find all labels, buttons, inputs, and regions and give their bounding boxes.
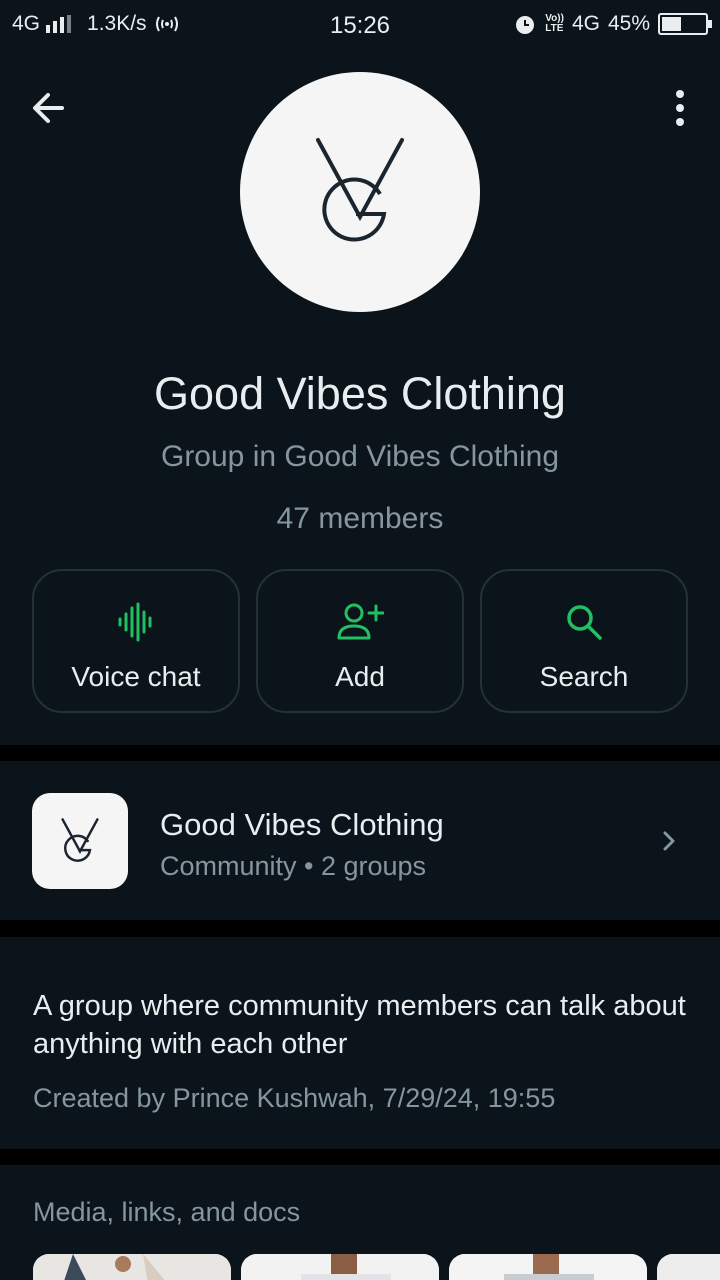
volte-icon: Vo)) LTE: [545, 13, 564, 34]
status-bar: 4G 1.3K/s 15:26 Vo)) LTE 4G 45%: [0, 0, 720, 50]
media-thumbnail[interactable]: [657, 1254, 720, 1280]
media-thumbnail[interactable]: [449, 1254, 647, 1280]
action-buttons: Voice chat Add Search: [32, 569, 688, 713]
media-thumbnail[interactable]: [33, 1254, 231, 1280]
media-section: Media, links, and docs: [0, 1165, 720, 1280]
search-button[interactable]: Search: [480, 569, 688, 713]
more-vertical-icon: [676, 90, 684, 98]
community-row[interactable]: Good Vibes Clothing Community • 2 groups: [0, 761, 720, 920]
network-type-right: 4G: [571, 12, 600, 35]
shirt-photo: [241, 1254, 439, 1280]
community-avatar: [32, 793, 128, 889]
voice-wave-icon: [118, 602, 152, 642]
description-section: A group where community members can talk…: [0, 937, 720, 1149]
vg-logo-small: [61, 818, 99, 862]
search-icon: [567, 605, 602, 640]
voice-chat-label: Voice chat: [71, 661, 201, 692]
group-description[interactable]: A group where community members can talk…: [33, 987, 693, 1063]
group-info-header: Good Vibes Clothing Group in Good Vibes …: [0, 50, 720, 745]
status-right: Vo)) LTE 4G 45%: [513, 12, 712, 36]
member-count[interactable]: 47 members: [0, 502, 720, 536]
media-thumbnail[interactable]: [241, 1254, 439, 1280]
add-person-icon: [337, 603, 384, 640]
group-community-link[interactable]: Group in Good Vibes Clothing: [0, 440, 720, 474]
community-name: Good Vibes Clothing: [160, 807, 444, 842]
shirt-photo: [33, 1254, 231, 1280]
battery-icon: [658, 13, 712, 35]
arrow-left-icon: [33, 93, 64, 123]
media-title[interactable]: Media, links, and docs: [33, 1197, 300, 1228]
shirt-photo: [657, 1254, 720, 1280]
group-avatar[interactable]: [240, 72, 480, 312]
search-label: Search: [539, 661, 629, 692]
battery-percent: 45%: [607, 12, 650, 35]
alarm-icon: [516, 16, 535, 34]
add-button[interactable]: Add: [256, 569, 464, 713]
community-meta: Community • 2 groups: [160, 851, 427, 881]
back-button[interactable]: [24, 84, 72, 132]
group-name: Good Vibes Clothing: [154, 368, 566, 419]
shirt-photo: [449, 1254, 647, 1280]
created-by: Created by Prince Kushwah, 7/29/24, 19:5…: [33, 1083, 556, 1113]
more-options-button[interactable]: [664, 84, 696, 132]
add-label: Add: [335, 661, 385, 692]
chevron-right-icon: [663, 831, 675, 851]
voice-chat-button[interactable]: Voice chat: [32, 569, 240, 713]
vg-logo: [316, 138, 404, 242]
